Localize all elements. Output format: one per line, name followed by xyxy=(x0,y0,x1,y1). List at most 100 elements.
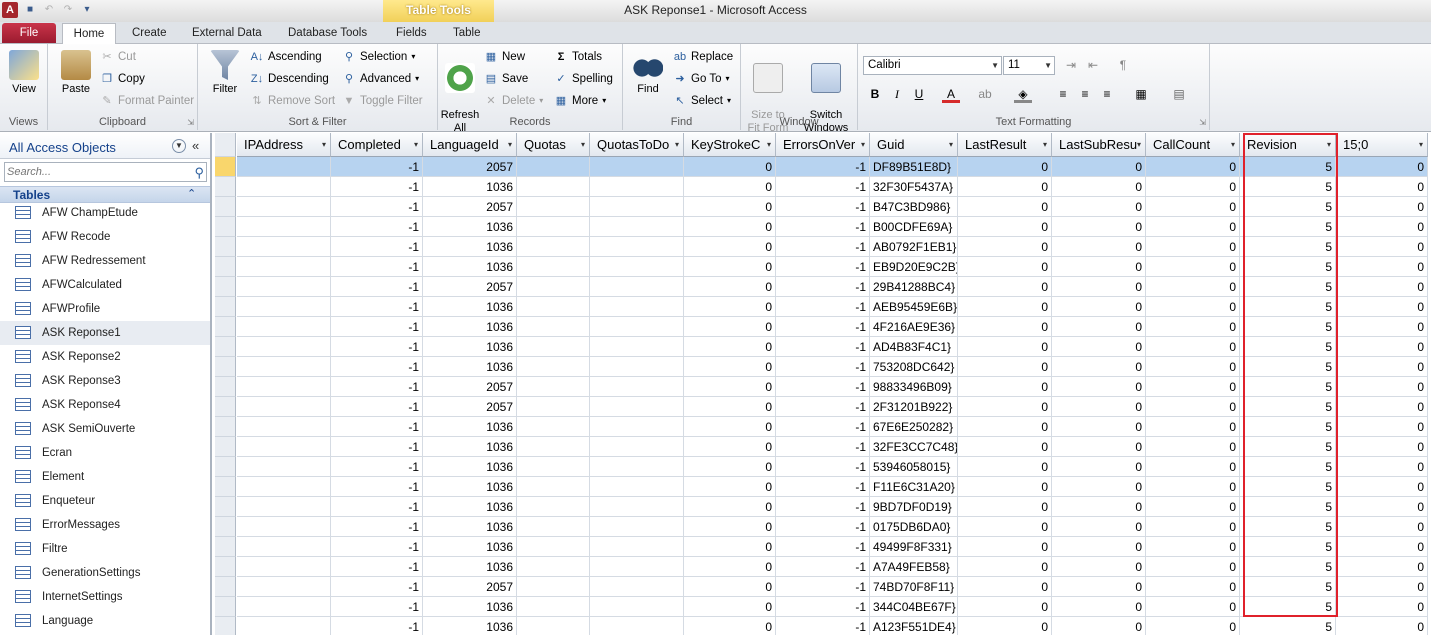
table-cell[interactable] xyxy=(590,557,684,577)
table-cell[interactable]: 5 xyxy=(1240,457,1336,477)
table-cell[interactable]: 0 xyxy=(1052,377,1146,397)
table-cell[interactable] xyxy=(590,217,684,237)
table-cell[interactable] xyxy=(590,597,684,617)
table-cell[interactable]: 0 xyxy=(1336,517,1428,537)
nav-search-input[interactable] xyxy=(5,163,185,181)
table-cell[interactable]: -1 xyxy=(331,517,423,537)
table-cell[interactable]: 5 xyxy=(1240,497,1336,517)
table-cell[interactable]: 5 xyxy=(1240,277,1336,297)
table-cell[interactable]: 0 xyxy=(1052,597,1146,617)
table-cell[interactable]: 1036 xyxy=(423,437,517,457)
table-cell[interactable]: 0 xyxy=(1146,417,1240,437)
table-cell[interactable]: -1 xyxy=(776,617,870,635)
table-cell[interactable] xyxy=(237,577,331,597)
table-cell[interactable]: 1036 xyxy=(423,477,517,497)
font-color-icon[interactable]: A xyxy=(942,85,960,103)
table-cell[interactable]: 0 xyxy=(1052,277,1146,297)
table-cell[interactable]: 0 xyxy=(1052,457,1146,477)
table-cell[interactable]: -1 xyxy=(776,257,870,277)
table-cell[interactable]: 0 xyxy=(1052,417,1146,437)
table-cell[interactable] xyxy=(517,317,590,337)
delete-record-button[interactable]: ✕ Delete ▾ xyxy=(484,92,543,110)
table-cell[interactable]: 0 xyxy=(684,557,776,577)
table-cell[interactable]: 0 xyxy=(958,337,1052,357)
table-cell[interactable] xyxy=(237,317,331,337)
table-cell[interactable] xyxy=(590,477,684,497)
table-cell[interactable]: -1 xyxy=(331,337,423,357)
table-cell[interactable]: 2057 xyxy=(423,277,517,297)
table-cell[interactable]: -1 xyxy=(776,297,870,317)
table-cell[interactable]: 0 xyxy=(1336,457,1428,477)
table-cell[interactable]: 0 xyxy=(1146,477,1240,497)
table-cell[interactable] xyxy=(517,397,590,417)
record-selector[interactable] xyxy=(215,617,236,635)
table-cell[interactable] xyxy=(590,357,684,377)
table-cell[interactable] xyxy=(590,537,684,557)
table-cell[interactable]: 5 xyxy=(1240,257,1336,277)
table-cell[interactable]: 0 xyxy=(1052,397,1146,417)
table-cell[interactable] xyxy=(590,337,684,357)
table-cell[interactable]: -1 xyxy=(776,337,870,357)
table-cell[interactable]: 2F31201B922} xyxy=(870,397,958,417)
table-cell[interactable]: -1 xyxy=(331,597,423,617)
record-selector[interactable] xyxy=(215,497,236,517)
tab-home[interactable]: Home xyxy=(62,23,116,45)
nav-item-table[interactable]: ASK Reponse2 xyxy=(0,345,210,369)
table-cell[interactable]: 1036 xyxy=(423,557,517,577)
column-dropdown-icon[interactable]: ▾ xyxy=(675,133,679,156)
table-cell[interactable]: 5 xyxy=(1240,157,1336,177)
table-cell[interactable]: 5 xyxy=(1240,417,1336,437)
table-cell[interactable] xyxy=(517,277,590,297)
table-cell[interactable]: 1036 xyxy=(423,497,517,517)
table-cell[interactable]: -1 xyxy=(331,477,423,497)
table-cell[interactable] xyxy=(590,617,684,635)
table-cell[interactable]: -1 xyxy=(776,277,870,297)
table-cell[interactable]: 0 xyxy=(1146,337,1240,357)
table-cell[interactable]: 0 xyxy=(684,417,776,437)
table-cell[interactable]: 0 xyxy=(958,197,1052,217)
table-cell[interactable] xyxy=(517,337,590,357)
select-all-corner[interactable] xyxy=(215,133,236,157)
nav-pane-menu-icon[interactable]: ▼ xyxy=(172,139,186,153)
new-record-button[interactable]: ▦ New xyxy=(484,48,525,66)
table-cell[interactable]: 0 xyxy=(1146,157,1240,177)
column-header[interactable]: QuotasToDo ▾ xyxy=(590,133,684,157)
table-cell[interactable]: 5 xyxy=(1240,577,1336,597)
table-cell[interactable]: AEB95459E6B} xyxy=(870,297,958,317)
table-cell[interactable]: -1 xyxy=(776,497,870,517)
table-cell[interactable]: B47C3BD986} xyxy=(870,197,958,217)
table-cell[interactable] xyxy=(237,537,331,557)
column-dropdown-icon[interactable]: ▾ xyxy=(949,133,953,156)
table-cell[interactable]: 1036 xyxy=(423,217,517,237)
table-cell[interactable]: 0 xyxy=(958,597,1052,617)
table-cell[interactable]: B00CDFE69A} xyxy=(870,217,958,237)
table-cell[interactable]: 0 xyxy=(1052,297,1146,317)
table-cell[interactable]: 0 xyxy=(958,257,1052,277)
record-selector[interactable] xyxy=(215,297,236,317)
align-center-icon[interactable]: ≡ xyxy=(1076,85,1094,103)
table-cell[interactable]: 0 xyxy=(1336,617,1428,635)
table-cell[interactable] xyxy=(237,357,331,377)
table-cell[interactable]: -1 xyxy=(331,217,423,237)
table-cell[interactable]: -1 xyxy=(776,477,870,497)
record-selector[interactable] xyxy=(215,157,236,177)
table-cell[interactable] xyxy=(590,377,684,397)
table-cell[interactable]: 2057 xyxy=(423,197,517,217)
column-header[interactable]: Quotas ▾ xyxy=(517,133,590,157)
table-cell[interactable] xyxy=(237,397,331,417)
table-cell[interactable]: -1 xyxy=(331,497,423,517)
table-cell[interactable]: 98833496B09} xyxy=(870,377,958,397)
table-cell[interactable] xyxy=(590,317,684,337)
tab-file[interactable]: File xyxy=(2,23,56,43)
format-painter-button[interactable]: ✎ Format Painter xyxy=(100,92,194,110)
table-cell[interactable]: 1036 xyxy=(423,597,517,617)
access-app-icon[interactable]: A xyxy=(2,2,18,18)
replace-button[interactable]: ab Replace xyxy=(673,48,733,66)
table-cell[interactable]: -1 xyxy=(776,237,870,257)
table-cell[interactable] xyxy=(517,297,590,317)
table-cell[interactable]: 1036 xyxy=(423,257,517,277)
save-icon[interactable]: ■ xyxy=(23,3,37,17)
table-cell[interactable]: 1036 xyxy=(423,337,517,357)
tab-external-data[interactable]: External Data xyxy=(188,26,266,40)
table-cell[interactable] xyxy=(517,257,590,277)
